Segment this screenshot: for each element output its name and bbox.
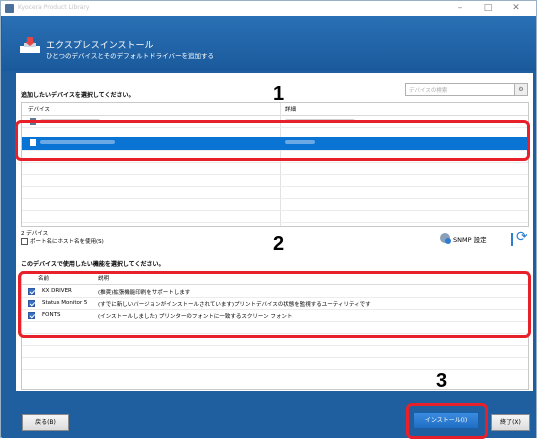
- empty-row: [22, 211, 528, 223]
- title-bar: Kyocera Product Library – □ ✕: [1, 1, 536, 16]
- feature-name: FONTS: [42, 312, 61, 318]
- empty-row: [22, 151, 528, 163]
- feature-checkbox[interactable]: [28, 312, 35, 319]
- feature-description: (すでに新しいバージョンがインストールされています)プリントデバイスの状態を監視…: [98, 302, 371, 308]
- search-icon[interactable]: ⚙: [514, 83, 528, 96]
- feature-row-fonts[interactable]: FONTS (インストールしました) プリンターのフォントに一致するスクリーン …: [22, 310, 528, 322]
- empty-row: [22, 346, 528, 358]
- redacted-device-name: [40, 140, 115, 144]
- window-title: Kyocera Product Library: [18, 4, 90, 11]
- app-icon: [5, 4, 14, 13]
- redacted-device-detail: [285, 119, 355, 123]
- feature-table-header: 名前 説明: [22, 272, 528, 285]
- back-button[interactable]: 戻る(B): [22, 414, 69, 431]
- install-button[interactable]: インストール(I): [413, 412, 479, 429]
- feature-row-status-monitor[interactable]: Status Monitor 5 (すでに新しいバージョンがインストールされてい…: [22, 298, 528, 310]
- feature-checkbox[interactable]: [28, 300, 35, 307]
- feature-table: 名前 説明 KX DRIVER (推奨)拡張機能印刷をサポートします Statu…: [21, 271, 529, 390]
- column-detail[interactable]: 詳細: [285, 105, 296, 113]
- step-marker-2: 2: [273, 233, 285, 255]
- empty-row: [22, 175, 528, 187]
- device-count: 2 デバイス: [21, 231, 49, 237]
- host-name-checkbox[interactable]: [21, 238, 28, 245]
- header-banner: エクスプレスインストール ひとつのデバイスとそのデフォルトドライバーを追加する: [2, 16, 536, 71]
- column-name[interactable]: 名前: [38, 274, 49, 282]
- redacted-device-detail: [285, 140, 315, 144]
- empty-row: [22, 199, 528, 211]
- snmp-settings-icon[interactable]: [440, 233, 451, 244]
- close-button[interactable]: ✕: [502, 2, 530, 15]
- separator: [511, 233, 513, 246]
- redacted-device-name: [40, 119, 100, 123]
- device-section-label: 追加したいデバイスを選択してください。: [21, 92, 135, 99]
- feature-row-kx-driver[interactable]: KX DRIVER (推奨)拡張機能印刷をサポートします: [22, 286, 528, 298]
- app-window: Kyocera Product Library – □ ✕ エクスプレスインスト…: [0, 0, 537, 439]
- column-description[interactable]: 説明: [98, 274, 109, 282]
- feature-description: (推奨)拡張機能印刷をサポートします: [98, 290, 191, 296]
- refresh-icon[interactable]: ⟳: [516, 230, 528, 244]
- device-search-input[interactable]: デバイスの検索: [405, 83, 515, 96]
- maximize-button[interactable]: □: [474, 2, 502, 15]
- device-table: デバイス 詳細: [21, 102, 529, 227]
- minimize-button[interactable]: –: [446, 2, 474, 15]
- snmp-settings-link[interactable]: SNMP 設定: [453, 234, 487, 244]
- device-row-2-selected[interactable]: [22, 137, 528, 151]
- printer-install-icon: [20, 37, 40, 53]
- search-placeholder: デバイスの検索: [409, 88, 448, 94]
- header-subtitle: ひとつのデバイスとそのデフォルトドライバーを追加する: [46, 52, 215, 60]
- printer-icon: [30, 139, 36, 146]
- step-marker-1: 1: [273, 83, 285, 105]
- feature-name: Status Monitor 5: [42, 300, 88, 306]
- feature-section-label: このデバイスで使用したい機能を選択してください。: [21, 261, 165, 268]
- printer-icon: [30, 118, 36, 125]
- empty-row: [22, 322, 528, 334]
- feature-description: (インストールしました) プリンターのフォントに一致するスクリーン フォント: [98, 314, 293, 320]
- feature-name: KX DRIVER: [42, 288, 72, 294]
- exit-button[interactable]: 終了(X): [491, 414, 530, 431]
- device-row-1[interactable]: [22, 116, 528, 128]
- column-device[interactable]: デバイス: [28, 105, 50, 113]
- host-name-checkbox-label: ポート名にホスト名を使用(S): [30, 239, 104, 245]
- empty-row: [22, 334, 528, 346]
- empty-row: [22, 187, 528, 199]
- empty-row: [22, 163, 528, 175]
- step-marker-3: 3: [436, 370, 448, 392]
- feature-checkbox[interactable]: [28, 288, 35, 295]
- empty-row: [22, 358, 528, 370]
